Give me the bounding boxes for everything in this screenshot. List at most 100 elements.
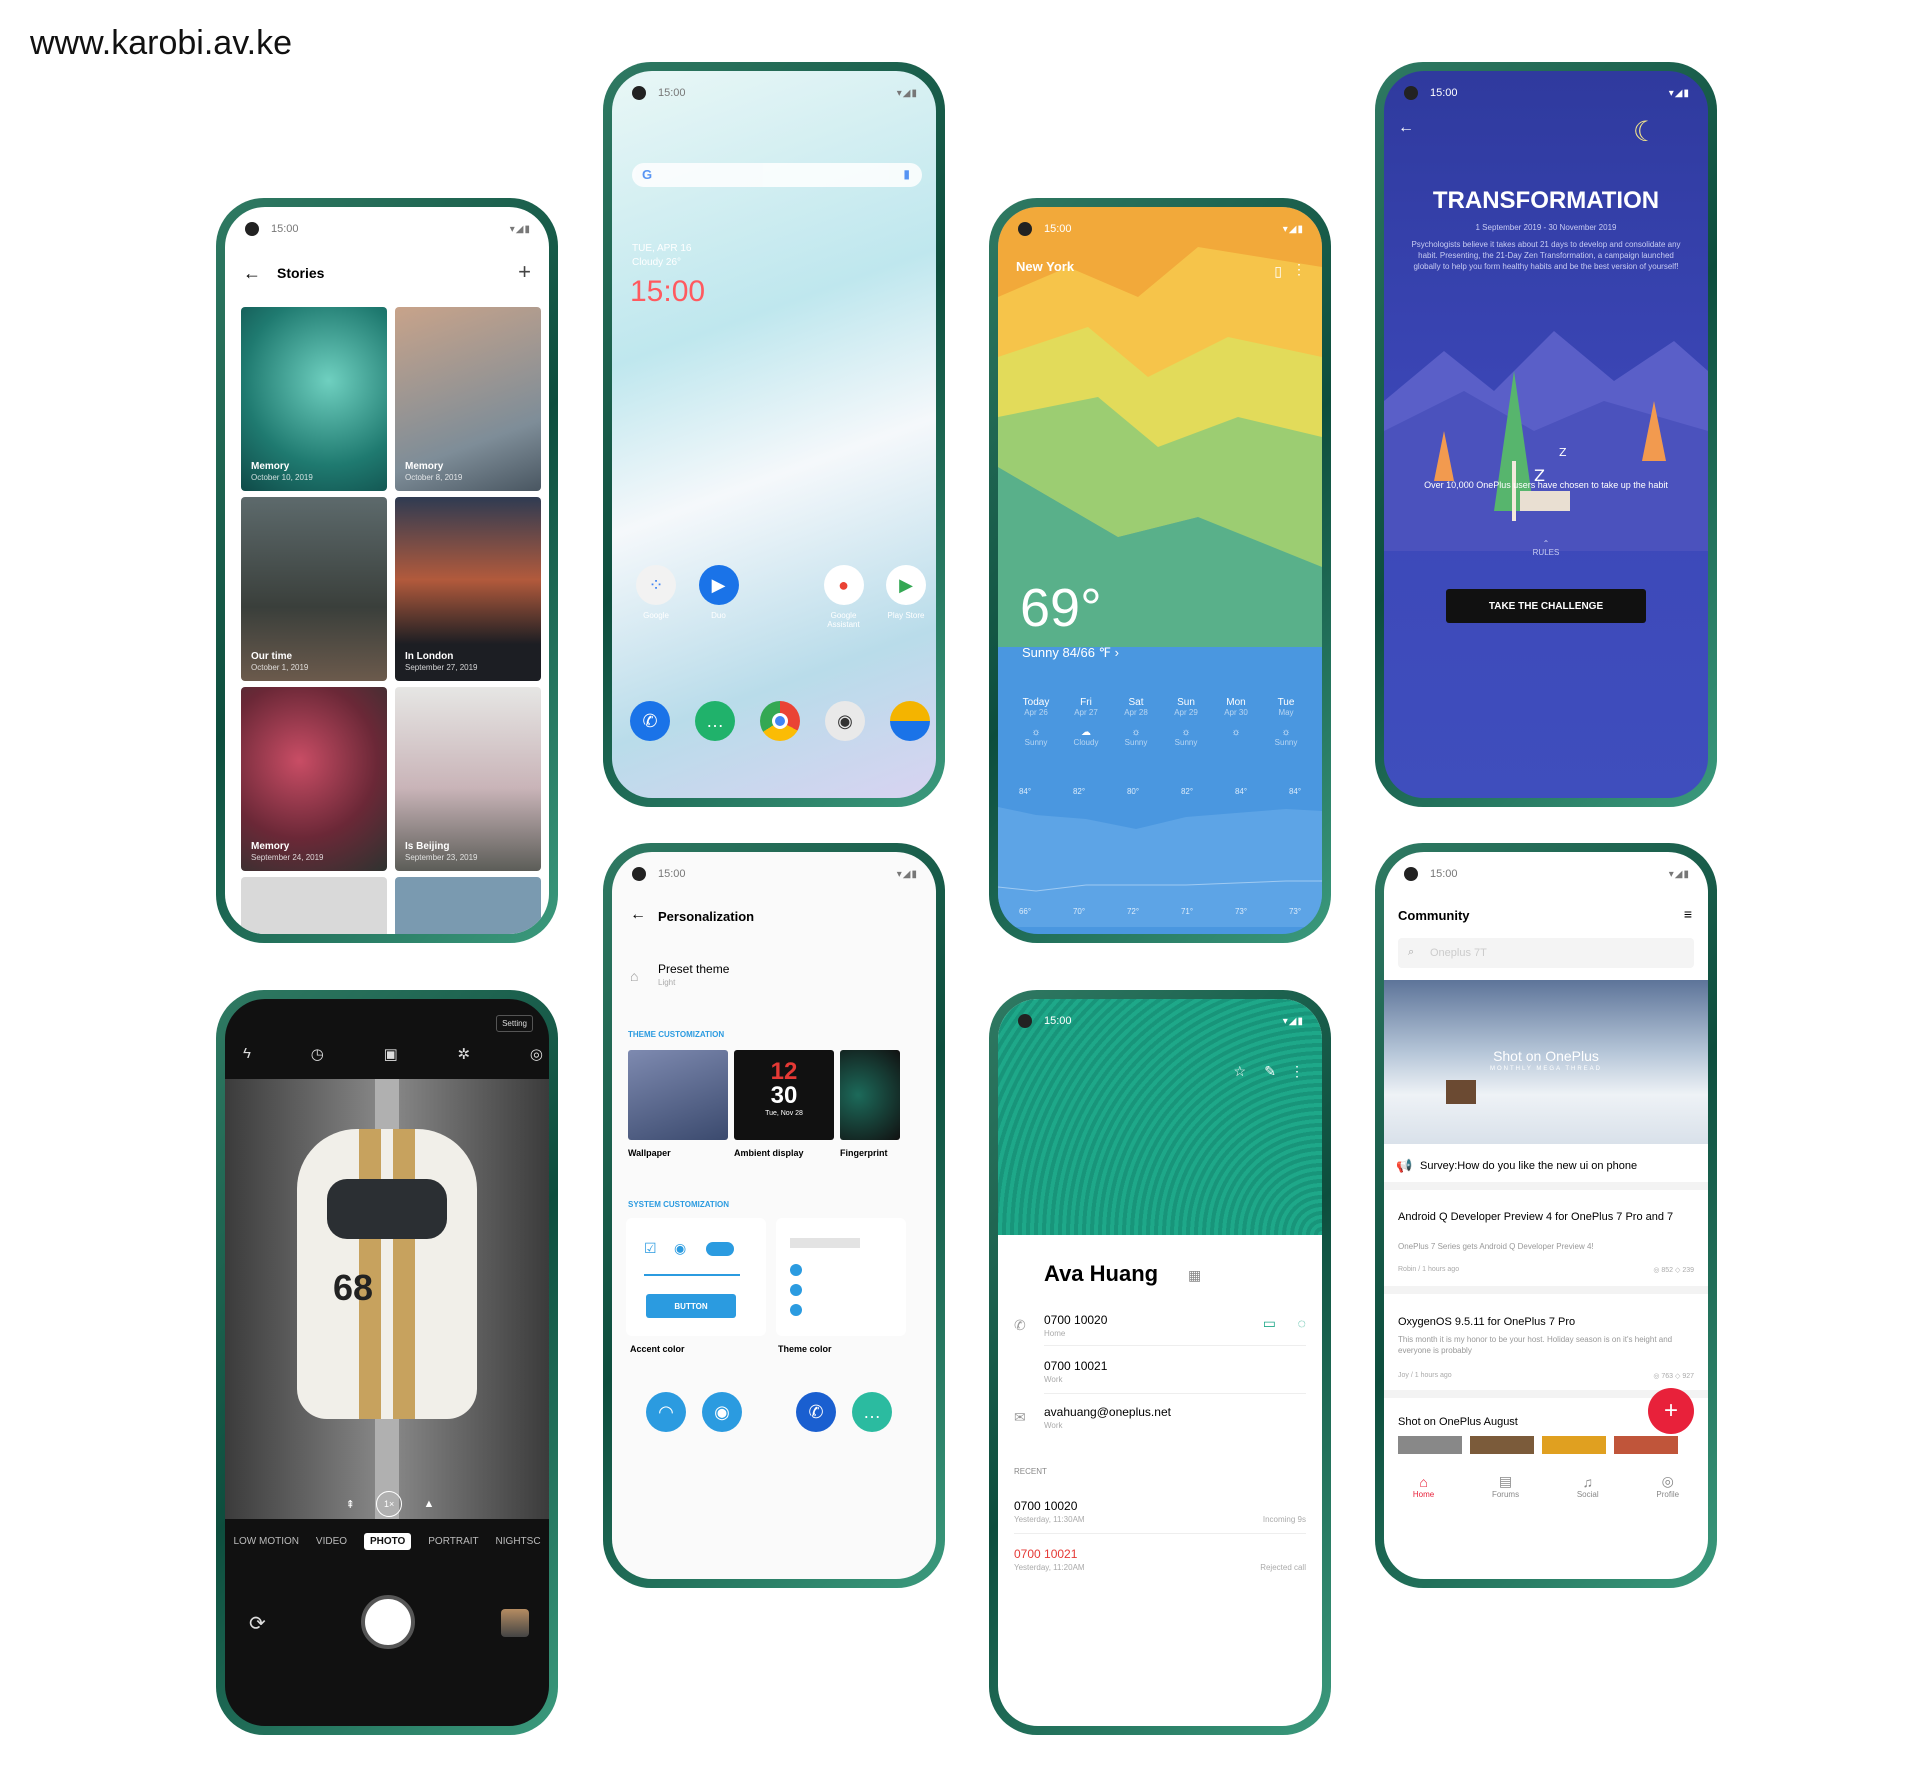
phone-icon[interactable]: ✆: [630, 701, 670, 741]
back-arrow-icon[interactable]: ←: [630, 906, 646, 924]
story-date: September 27, 2019: [405, 663, 478, 673]
car: 68: [297, 1129, 477, 1419]
camera-icon[interactable]: ◉: [825, 701, 865, 741]
home-date: TUE, APR 16: [632, 243, 692, 254]
tele-icon[interactable]: ▲: [423, 1498, 434, 1510]
section-header: RECENT: [1014, 1467, 1047, 1476]
mode-photo[interactable]: PHOTO: [363, 1533, 412, 1550]
phone-weather: 15:00 ▾◢▮ New York ▯ ⋮ 69° Sunny 84/66 ℉ …: [989, 198, 1331, 943]
story-tile[interactable]: Memory September 24, 2019: [241, 687, 387, 871]
recent-call-number[interactable]: 0700 10021: [1014, 1547, 1077, 1561]
phone-home: 15:00 ▾◢▮ G ▮ TUE, APR 16 Cloudy 26° 15:00…: [603, 62, 945, 807]
story-tile[interactable]: Memory October 10, 2019: [241, 307, 387, 491]
more-icon[interactable]: ⋮: [1290, 1063, 1304, 1080]
slider: [644, 1274, 740, 1276]
email-icon: ✉: [1014, 1409, 1026, 1425]
nav-forums[interactable]: ▤ Forums: [1492, 1473, 1519, 1499]
ambient-display-card[interactable]: 12 30 Tue, Nov 28: [734, 1050, 834, 1140]
back-arrow-icon[interactable]: ←: [1398, 119, 1414, 137]
email-address[interactable]: avahuang@oneplus.net: [1044, 1405, 1171, 1419]
app-google-folder[interactable]: ⁘ Google: [626, 565, 686, 629]
radio-icon: ◉: [674, 1240, 687, 1256]
phone-contact: 15:00 ▾◢▮ ☆ ✎ ⋮ Ava Huang ▦ ✆ 0700 10020 …: [989, 990, 1331, 1735]
story-tile[interactable]: Memory October 8, 2019: [395, 307, 541, 491]
current-temp: 69°: [1020, 578, 1102, 638]
sample-button: BUTTON: [646, 1294, 736, 1318]
search-bar[interactable]: G ▮: [632, 163, 922, 187]
status-time: 15:00: [1430, 868, 1458, 880]
fingerprint-card[interactable]: [840, 1050, 900, 1140]
app-duo[interactable]: ▶ Duo: [689, 565, 749, 629]
message-icon[interactable]: ◌: [1298, 1315, 1306, 1331]
accent-color-card[interactable]: ☑ ◉ BUTTON: [626, 1218, 766, 1336]
nav-home[interactable]: ⌂ Home: [1413, 1474, 1434, 1499]
gallery-thumbnail[interactable]: [501, 1609, 529, 1637]
filter-icon[interactable]: ◎: [530, 1045, 543, 1063]
story-tile[interactable]: [395, 877, 541, 934]
nav-social[interactable]: ♫ Social: [1577, 1474, 1599, 1499]
chrome-icon[interactable]: [760, 701, 800, 741]
theme-color-card[interactable]: [776, 1218, 906, 1336]
recent-call-note: Rejected call: [1260, 1563, 1306, 1572]
flash-icon[interactable]: ϟ: [243, 1045, 251, 1063]
app-play-store[interactable]: ▶ Play Store: [876, 565, 936, 629]
setting-button[interactable]: Setting: [496, 1015, 533, 1032]
timer-icon[interactable]: ◷: [311, 1045, 324, 1063]
mic-icon: ▮: [903, 167, 910, 181]
edit-icon[interactable]: ✎: [1264, 1063, 1276, 1080]
star-icon[interactable]: ☆: [1233, 1063, 1246, 1080]
story-tile[interactable]: In London September 27, 2019: [395, 497, 541, 681]
hdr-icon[interactable]: ✲: [458, 1045, 471, 1063]
mode-video[interactable]: VIDEO: [316, 1536, 347, 1547]
survey-link[interactable]: Survey:How do you like the new ui on pho…: [1420, 1160, 1637, 1172]
switch-camera-icon[interactable]: ⟳: [249, 1611, 266, 1636]
weather-app-icon[interactable]: [890, 701, 930, 741]
rules-link[interactable]: ⌃ RULES: [1384, 539, 1708, 557]
video-call-icon[interactable]: ▭: [1263, 1315, 1276, 1332]
preset-theme[interactable]: Preset theme: [658, 962, 729, 976]
mode-slow-motion[interactable]: LOW MOTION: [233, 1536, 299, 1547]
banner[interactable]: Shot on OnePlus MONTHLY MEGA THREAD: [1384, 980, 1708, 1144]
story-tile[interactable]: Our time October 1, 2019: [241, 497, 387, 681]
city-name: New York: [1016, 259, 1075, 274]
post-meta: Joy / 1 hours ago ◎ 763 ◇ 927: [1398, 1372, 1694, 1380]
zoom-button[interactable]: 1×: [376, 1491, 403, 1517]
story-tile[interactable]: [241, 877, 387, 934]
delete-icon[interactable]: ▯: [1274, 263, 1282, 280]
take-challenge-button[interactable]: TAKE THE CHALLENGE: [1446, 589, 1646, 623]
app-label: Duo: [711, 611, 726, 620]
nav-profile[interactable]: ◎ Profile: [1656, 1473, 1679, 1499]
more-icon[interactable]: ⋮: [1292, 261, 1306, 278]
wide-angle-icon[interactable]: ⇞: [346, 1498, 355, 1511]
post-title[interactable]: OxygenOS 9.5.11 for OnePlus 7 Pro: [1398, 1316, 1694, 1328]
app-label: Google: [643, 611, 669, 620]
qr-code-icon[interactable]: ▦: [1188, 1267, 1201, 1284]
add-icon[interactable]: +: [518, 259, 531, 285]
current-desc: Sunny 84/66 ℉ ›: [1022, 645, 1119, 660]
post-title[interactable]: Android Q Developer Preview 4 for OnePlu…: [1398, 1210, 1694, 1225]
signal-icon: ▾◢▮: [1668, 868, 1690, 880]
resolution-icon[interactable]: ▣: [384, 1045, 398, 1063]
signal-icon: ▾◢▮: [1282, 1015, 1304, 1027]
phone-icon: ✆: [1014, 1317, 1026, 1333]
shutter-button[interactable]: [361, 1595, 415, 1649]
filter-icon[interactable]: ≡: [1684, 906, 1692, 922]
phone-number[interactable]: 0700 10020: [1044, 1313, 1107, 1327]
add-post-button[interactable]: +: [1648, 1388, 1694, 1434]
sun-icon: ☼: [1031, 727, 1041, 738]
moon-icon: ☾: [1632, 116, 1658, 147]
story-tile[interactable]: Is Beijing September 23, 2019: [395, 687, 541, 871]
cloud-icon: ☁: [1081, 727, 1091, 738]
search-input[interactable]: ⌕ Oneplus 7T: [1398, 938, 1694, 968]
phone-community: 15:00 ▾◢▮ Community ≡ ⌕ Oneplus 7T Shot o…: [1375, 843, 1717, 1588]
mode-portrait[interactable]: PORTRAIT: [428, 1536, 478, 1547]
mode-nightscape[interactable]: NIGHTSC: [496, 1536, 541, 1547]
back-arrow-icon[interactable]: ←: [243, 263, 261, 284]
messages-icon[interactable]: …: [695, 701, 735, 741]
recent-call-number[interactable]: 0700 10020: [1014, 1499, 1077, 1513]
phone-number[interactable]: 0700 10021: [1044, 1359, 1107, 1373]
wallpaper-card[interactable]: [628, 1050, 728, 1140]
app-assistant[interactable]: ● Google Assistant: [814, 565, 874, 629]
story-date: October 8, 2019: [405, 473, 463, 483]
viewfinder[interactable]: 68: [225, 1079, 549, 1519]
